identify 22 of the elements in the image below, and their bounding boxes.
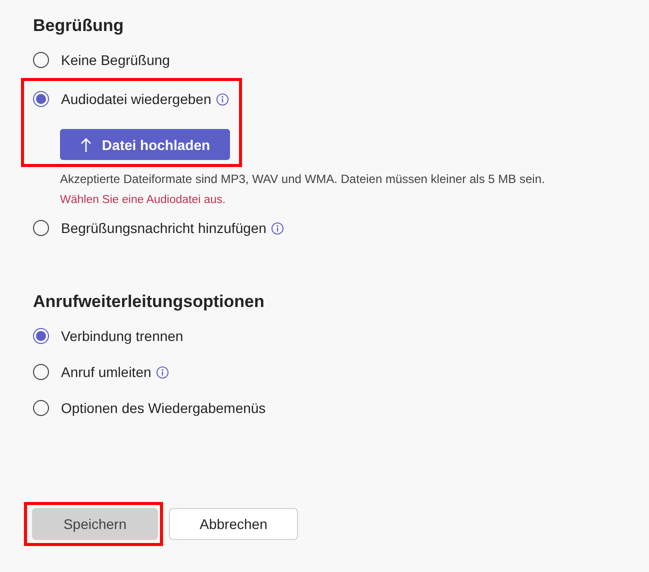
option-label[interactable]: Keine Begrüßung xyxy=(61,52,170,68)
error-message: Wählen Sie eine Audiodatei aus. xyxy=(60,194,227,206)
info-icon[interactable] xyxy=(216,92,230,106)
radio-button[interactable] xyxy=(33,52,49,68)
option-label[interactable]: Begrüßungsnachricht hinzufügen xyxy=(61,220,266,236)
cancel-button[interactable]: Abbrechen xyxy=(169,508,298,540)
radio-button[interactable] xyxy=(33,400,49,416)
upload-arrow-icon xyxy=(80,136,92,152)
option-label[interactable]: Audiodatei wiedergeben xyxy=(61,91,212,107)
section-heading: Anrufweiterleitungsoptionen xyxy=(33,291,266,313)
section-heading: Begrüßung xyxy=(33,15,125,37)
radio-button[interactable] xyxy=(33,364,49,380)
option-label[interactable]: Anruf umleiten xyxy=(61,364,152,380)
info-icon[interactable] xyxy=(271,222,284,234)
upload-button[interactable]: Datei hochladen xyxy=(60,129,230,160)
option-label[interactable]: Verbindung trennen xyxy=(61,328,184,344)
option-label[interactable]: Optionen des Wiedergabemenüs xyxy=(61,400,266,416)
info-icon[interactable] xyxy=(156,366,170,378)
radio-button[interactable] xyxy=(33,91,49,107)
radio-button[interactable] xyxy=(33,328,49,344)
hint-text: Akzeptierte Dateiformate sind MP3, WAV und WMA. Dateien müssen kleiner als 5 MB sein. xyxy=(60,172,546,186)
radio-button[interactable] xyxy=(33,220,49,236)
